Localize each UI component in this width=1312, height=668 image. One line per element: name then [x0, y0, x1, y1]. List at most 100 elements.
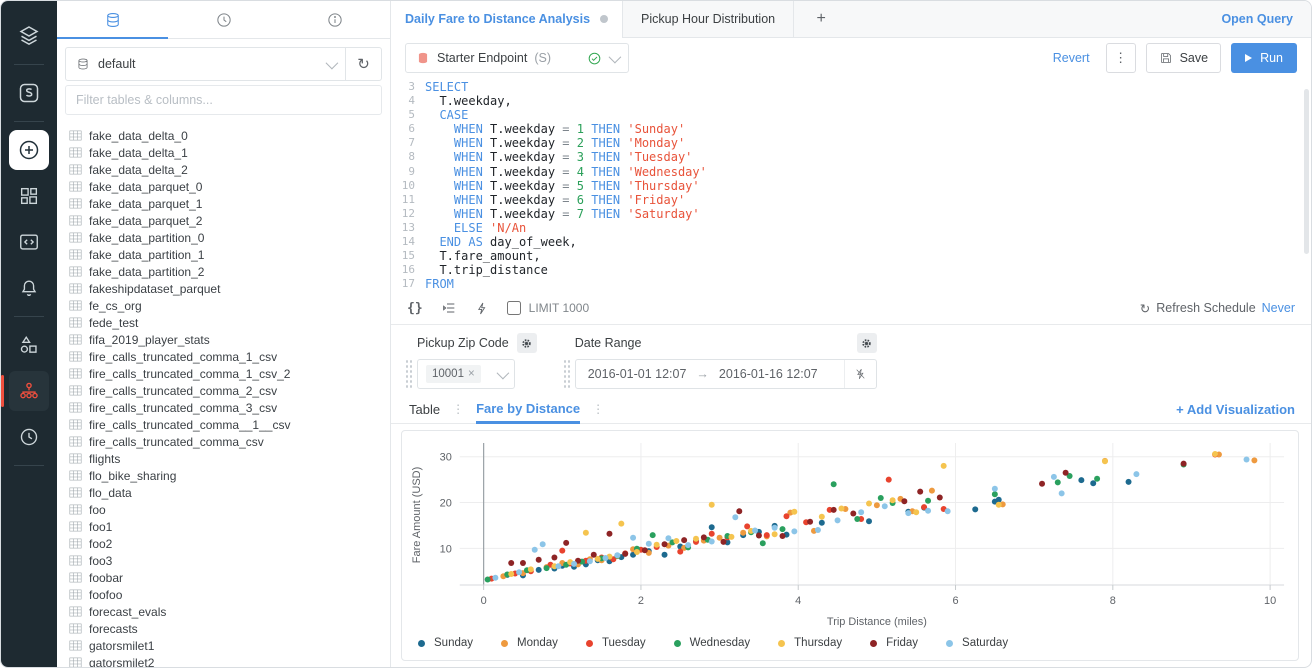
run-button[interactable]: Run — [1231, 43, 1297, 73]
table-list-item[interactable]: fakeshipdataset_parquet — [69, 280, 390, 297]
new-tab-button[interactable]: + — [794, 1, 848, 37]
code-line[interactable]: 12 WHEN T.weekday = 7 THEN 'Saturday' — [391, 207, 1311, 221]
table-list-item[interactable]: fede_test — [69, 314, 390, 331]
code-line[interactable]: 16 T.trip_distance — [391, 263, 1311, 277]
code-line[interactable]: 8 WHEN T.weekday = 3 THEN 'Tuesday' — [391, 150, 1311, 164]
connector-select[interactable]: default — [66, 48, 345, 80]
refresh-connector-button[interactable]: ↻ — [345, 48, 381, 80]
refresh-schedule-value[interactable]: Never — [1262, 301, 1295, 315]
tab-query-history[interactable] — [168, 1, 279, 38]
table-list-item[interactable]: flights — [69, 450, 390, 467]
tab-fare-by-distance[interactable]: Fare by Distance — [476, 396, 580, 424]
open-query-link[interactable]: Open Query — [1221, 1, 1311, 37]
table-list-item[interactable]: fire_calls_truncated_comma_csv — [69, 433, 390, 450]
shapes-icon[interactable] — [9, 325, 49, 365]
tab-table-result[interactable]: Table — [409, 395, 440, 423]
code-line[interactable]: 4 T.weekday, — [391, 94, 1311, 108]
notifications-bell-icon[interactable] — [9, 268, 49, 308]
table-list-item[interactable]: fake_data_partition_0 — [69, 229, 390, 246]
legend-item-tuesday[interactable]: Tuesday — [586, 637, 646, 649]
table-list-item[interactable]: fake_data_partition_2 — [69, 263, 390, 280]
scatter-point — [783, 513, 789, 519]
table-list-item[interactable]: fire_calls_truncated_comma_1_csv_2 — [69, 365, 390, 382]
table-list-item[interactable]: fake_data_parquet_1 — [69, 195, 390, 212]
zip-gear-icon[interactable] — [517, 333, 537, 353]
code-line[interactable]: 13 ELSE 'N/An — [391, 221, 1311, 235]
table-list-item[interactable]: foofoo — [69, 586, 390, 603]
table-list-item[interactable]: fake_data_parquet_2 — [69, 212, 390, 229]
drag-handle[interactable] — [563, 359, 570, 389]
table-list-item[interactable]: fe_cs_org — [69, 297, 390, 314]
date-gear-icon[interactable] — [857, 333, 877, 353]
table-list-item[interactable]: flo_bike_sharing — [69, 467, 390, 484]
add-visualization-button[interactable]: + Add Visualization — [1176, 402, 1295, 417]
table-list-item[interactable]: fire_calls_truncated_comma_3_csv — [69, 399, 390, 416]
engine-select[interactable]: Starter Endpoint (S) — [405, 43, 629, 73]
table-list-item[interactable]: fifa_2019_player_stats — [69, 331, 390, 348]
save-button[interactable]: Save — [1146, 43, 1222, 73]
legend-item-saturday[interactable]: Saturday — [946, 637, 1008, 649]
table-list-item[interactable]: forecast_evals — [69, 603, 390, 620]
code-line[interactable]: 11 WHEN T.weekday = 6 THEN 'Friday' — [391, 193, 1311, 207]
table-list-item[interactable]: fire_calls_truncated_comma_1_csv — [69, 348, 390, 365]
tab-info[interactable] — [279, 1, 390, 38]
indent-format-icon[interactable] — [441, 300, 457, 316]
sql-editor[interactable]: 3SELECT4 T.weekday,5 CASE6 WHEN T.weekda… — [391, 78, 1311, 292]
table-list-item[interactable]: gatorsmilet2 — [69, 654, 390, 668]
table-list-item[interactable]: foobar — [69, 569, 390, 586]
table-list-item[interactable]: fake_data_delta_1 — [69, 144, 390, 161]
legend-item-sunday[interactable]: Sunday — [418, 637, 473, 649]
table-list-item[interactable]: foo1 — [69, 518, 390, 535]
tab-pickup-hour-distribution[interactable]: Pickup Hour Distribution — [623, 1, 794, 37]
table-list-item[interactable]: fake_data_delta_0 — [69, 127, 390, 144]
table-list-item[interactable]: flo_data — [69, 484, 390, 501]
legend-item-wednesday[interactable]: Wednesday — [674, 637, 751, 649]
revert-link[interactable]: Revert — [1053, 51, 1090, 65]
table-list-item[interactable]: fake_data_delta_2 — [69, 161, 390, 178]
code-line[interactable]: 7 WHEN T.weekday = 2 THEN 'Monday' — [391, 136, 1311, 150]
query-flow-icon[interactable] — [9, 371, 49, 411]
dashboard-grid-icon[interactable] — [9, 176, 49, 216]
scrollbar[interactable] — [1304, 89, 1309, 254]
history-clock-icon[interactable] — [9, 417, 49, 457]
table-list-item[interactable]: fake_data_parquet_0 — [69, 178, 390, 195]
code-line[interactable]: 10 WHEN T.weekday = 5 THEN 'Thursday' — [391, 179, 1311, 193]
lightning-icon[interactable] — [475, 301, 489, 316]
code-line[interactable]: 9 WHEN T.weekday = 4 THEN 'Wednesday' — [391, 165, 1311, 179]
s-app-icon[interactable] — [9, 73, 49, 113]
kebab-icon[interactable]: ⋮ — [590, 402, 606, 416]
table-filter-input[interactable] — [65, 85, 382, 115]
legend-item-thursday[interactable]: Thursday — [778, 637, 842, 649]
code-line[interactable]: 6 WHEN T.weekday = 1 THEN 'Sunday' — [391, 122, 1311, 136]
table-list-item[interactable]: foo2 — [69, 535, 390, 552]
code-line[interactable]: 17FROM — [391, 277, 1311, 291]
code-line[interactable]: 15 T.fare_amount, — [391, 249, 1311, 263]
scatter-point — [665, 535, 671, 541]
code-window-icon[interactable] — [9, 222, 49, 262]
new-plus-icon[interactable] — [9, 130, 49, 170]
date-range-input[interactable]: 2016-01-01 12:07 → 2016-01-16 12:07 — [575, 359, 877, 389]
layers-logo-icon[interactable] — [9, 16, 49, 56]
table-list-item[interactable]: foo3 — [69, 552, 390, 569]
code-line[interactable]: 5 CASE — [391, 108, 1311, 122]
tab-tables-database[interactable] — [57, 1, 168, 38]
drag-handle[interactable] — [405, 359, 412, 389]
tab-daily-fare-analysis[interactable]: Daily Fare to Distance Analysis — [391, 1, 623, 37]
table-list-item[interactable]: fake_data_partition_1 — [69, 246, 390, 263]
bolt-slash-icon[interactable] — [844, 360, 876, 388]
limit-checkbox[interactable] — [507, 301, 521, 315]
table-list-item[interactable]: forecasts — [69, 620, 390, 637]
format-braces-icon[interactable]: {} — [407, 301, 423, 316]
table-list-item[interactable]: gatorsmilet1 — [69, 637, 390, 654]
legend-item-monday[interactable]: Monday — [501, 637, 558, 649]
table-list-item[interactable]: foo — [69, 501, 390, 518]
zip-select[interactable]: 10001× — [417, 359, 515, 389]
legend-item-friday[interactable]: Friday — [870, 637, 918, 649]
table-list-item[interactable]: fire_calls_truncated_comma__1__csv — [69, 416, 390, 433]
code-line[interactable]: 3SELECT — [391, 80, 1311, 94]
code-line[interactable]: 14 END AS day_of_week, — [391, 235, 1311, 249]
remove-tag-icon[interactable]: × — [468, 368, 475, 380]
kebab-icon[interactable]: ⋮ — [450, 402, 466, 416]
more-options-button[interactable]: ⋮ — [1106, 43, 1136, 73]
table-list-item[interactable]: fire_calls_truncated_comma_2_csv — [69, 382, 390, 399]
